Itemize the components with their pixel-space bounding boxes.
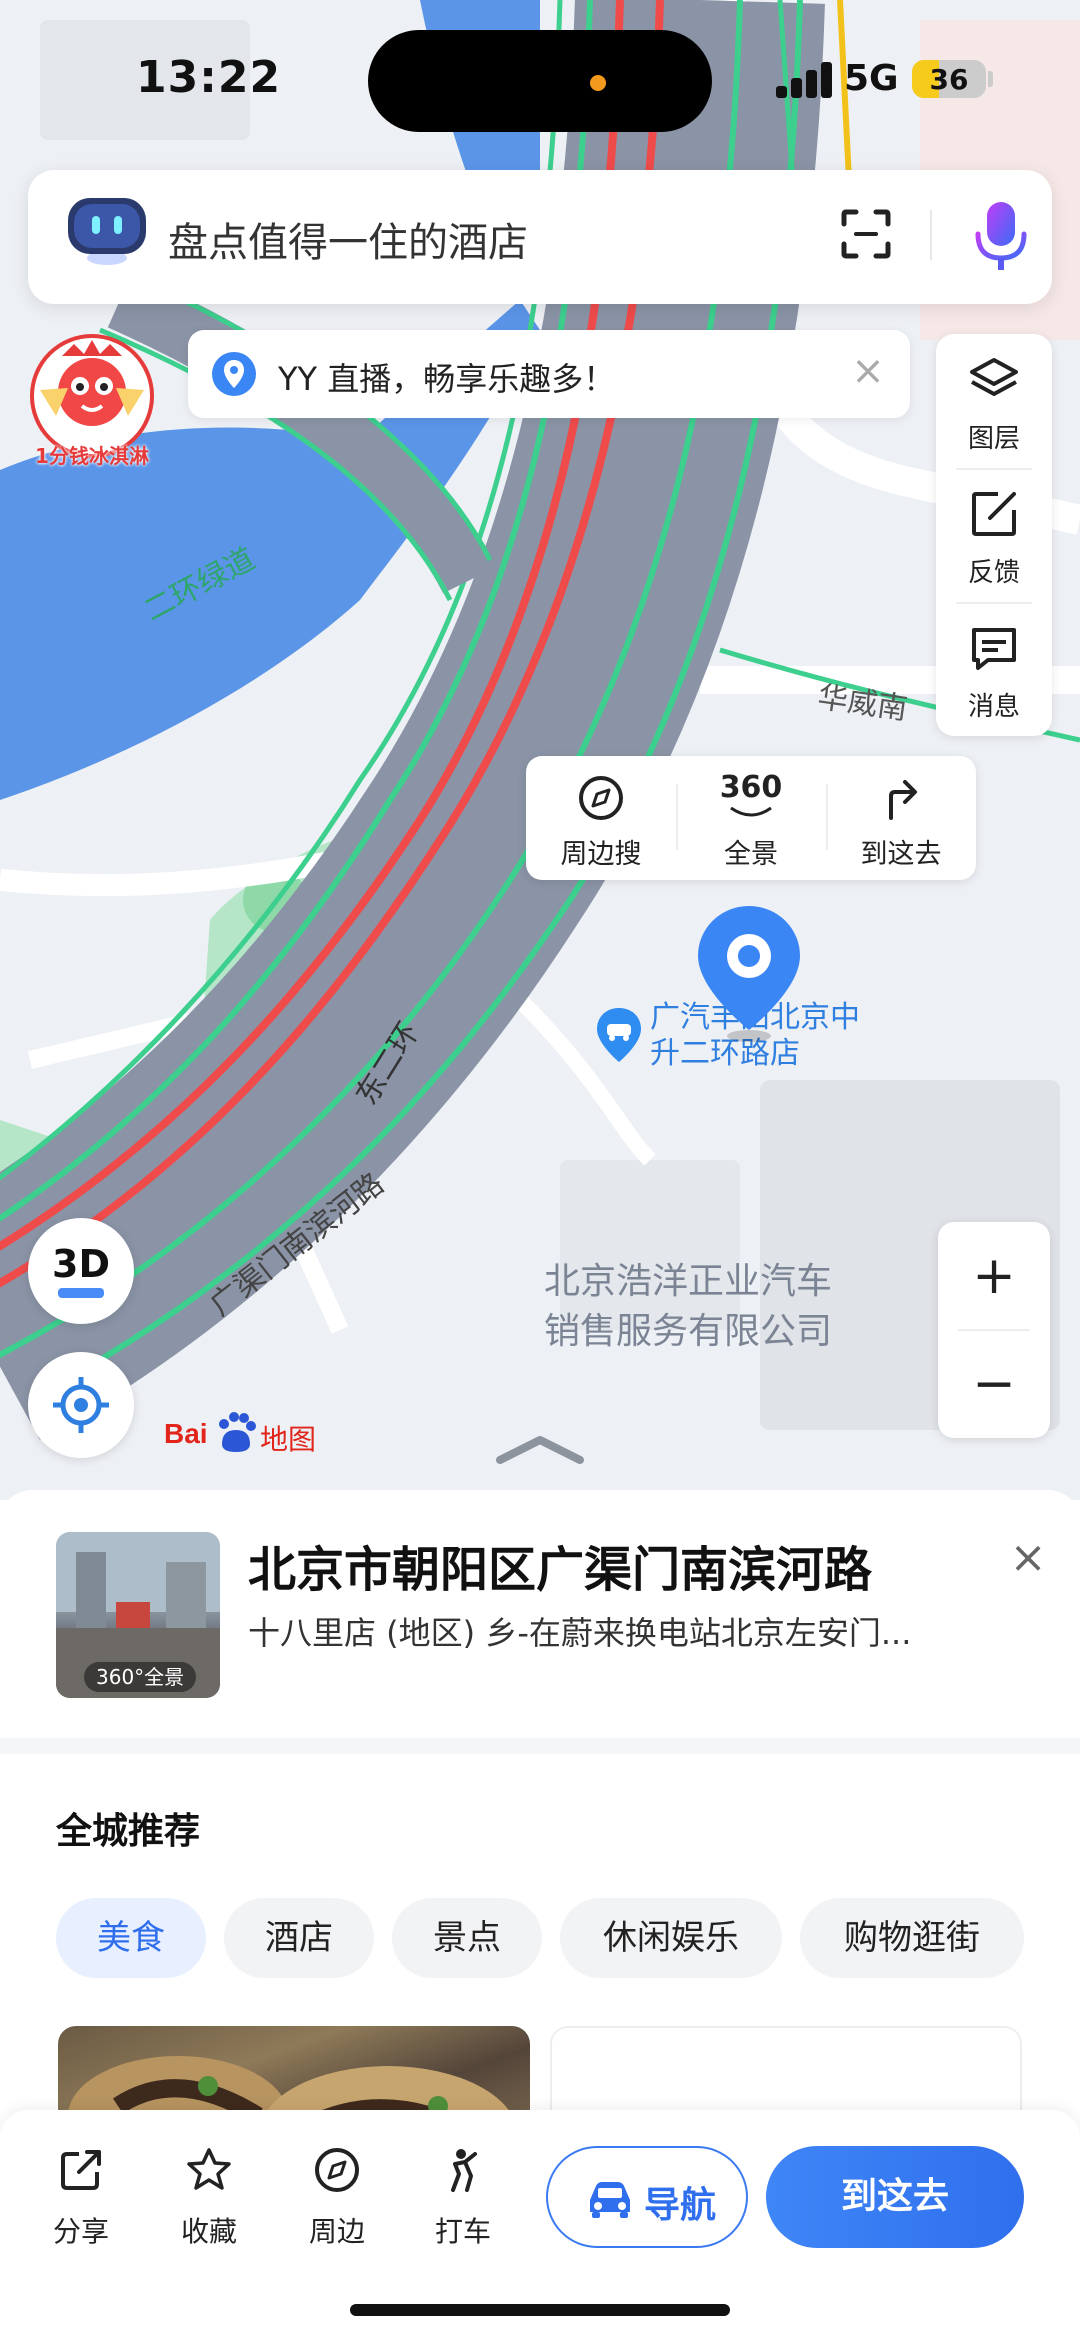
voice-mic-icon[interactable] xyxy=(968,198,1034,278)
chip-shopping[interactable]: 购物逛街 xyxy=(800,1898,1024,1978)
place-title: 北京市朝阳区广渠门南滨河路 xyxy=(248,1542,873,1598)
hail-taxi-icon xyxy=(451,2149,477,2192)
car-icon xyxy=(590,2182,630,2218)
rotate-arrow-icon xyxy=(730,806,772,817)
edit-feedback-icon xyxy=(972,492,1016,536)
dynamic-island xyxy=(368,30,712,132)
signal-icon xyxy=(776,62,834,98)
close-icon[interactable]: × xyxy=(1006,1536,1050,1580)
promo-mascot[interactable]: 1分钱冰淇淋 xyxy=(22,330,162,470)
panorama-button[interactable]: 360 全景 xyxy=(676,756,826,880)
star-icon xyxy=(187,2148,231,2190)
go-here-action-button[interactable]: 到这去 xyxy=(826,756,976,880)
go-here-action-label: 到这去 xyxy=(860,839,942,870)
nearby-label: 周边 xyxy=(308,2215,365,2248)
3d-label: 3D xyxy=(52,1242,110,1286)
go-here-button[interactable]: 到这去 xyxy=(766,2146,1024,2248)
search-divider xyxy=(930,210,932,260)
favorite-label: 收藏 xyxy=(180,2215,237,2248)
feedback-button[interactable]: 反馈 xyxy=(936,468,1052,602)
nearby-search-button[interactable]: 周边搜 xyxy=(526,756,676,880)
status-time: 13:22 xyxy=(136,52,282,103)
battery-icon: 36 xyxy=(912,60,986,98)
logo-map-text: 地图 xyxy=(260,1423,317,1456)
notice-text: YY 直播，畅享乐趣多！ xyxy=(278,360,616,398)
close-icon[interactable]: × xyxy=(848,346,888,396)
battery-nub xyxy=(988,71,993,87)
3d-toggle-button[interactable]: 3D xyxy=(28,1218,134,1324)
crosshair-icon xyxy=(53,1377,109,1433)
panorama-badge: 360°全景 xyxy=(84,1662,197,1692)
taxi-label: 打车 xyxy=(434,2215,491,2248)
compass-icon xyxy=(315,2148,359,2192)
share-button[interactable]: 分享 xyxy=(36,2146,126,2256)
chevron-up-icon[interactable] xyxy=(494,1428,586,1468)
panorama-thumbnail[interactable]: 360°全景 xyxy=(56,1532,220,1698)
messages-button[interactable]: 消息 xyxy=(936,602,1052,736)
car-pin-icon xyxy=(597,1008,641,1062)
navigate-button[interactable]: 导航 xyxy=(546,2146,748,2248)
feedback-label: 反馈 xyxy=(967,558,1020,588)
taxi-button[interactable]: 打车 xyxy=(418,2146,508,2256)
3d-base-icon xyxy=(58,1288,104,1298)
network-type: 5G xyxy=(844,58,899,99)
poi-action-bar: 周边搜 360 全景 到这去 xyxy=(526,756,976,880)
zoom-out-button[interactable]: − xyxy=(938,1330,1050,1438)
home-indicator xyxy=(350,2304,730,2316)
chip-sights[interactable]: 景点 xyxy=(392,1898,542,1978)
layers-icon xyxy=(970,358,1018,396)
battery-level: 36 xyxy=(929,63,969,96)
location-pin-icon xyxy=(212,352,256,396)
panorama-label: 全景 xyxy=(724,839,778,870)
place-subtitle: 十八里店 (地区) 乡-在蔚来换电站北京左安门... xyxy=(248,1614,912,1652)
compass-icon xyxy=(579,776,623,820)
locate-me-button[interactable] xyxy=(28,1352,134,1458)
route-turn-icon xyxy=(889,780,917,820)
notice-banner[interactable]: YY 直播，畅享乐趣多！ × xyxy=(188,330,910,418)
share-icon xyxy=(61,2150,101,2190)
chip-entertainment[interactable]: 休闲娱乐 xyxy=(560,1898,782,1978)
island-indicator-dot xyxy=(590,75,606,91)
chip-hotel[interactable]: 酒店 xyxy=(224,1898,374,1978)
ai-assistant-icon[interactable] xyxy=(62,194,152,266)
message-icon xyxy=(972,628,1016,670)
location-pin-icon[interactable] xyxy=(694,904,804,1044)
layers-button[interactable]: 图层 xyxy=(936,334,1052,468)
zoom-in-button[interactable]: + xyxy=(938,1222,1050,1330)
nearby-search-label: 周边搜 xyxy=(560,839,642,870)
chip-food[interactable]: 美食 xyxy=(56,1898,206,1978)
search-input[interactable]: 盘点值得一住的酒店 xyxy=(168,210,528,268)
paw-logo-icon xyxy=(219,1412,256,1452)
layers-label: 图层 xyxy=(967,424,1020,454)
promo-caption: 1分钱冰淇淋 xyxy=(35,444,149,468)
map-tools-panel: 图层 反馈 消息 xyxy=(936,334,1052,736)
logo-bai-text: Bai xyxy=(164,1418,208,1449)
panorama-360-icon: 360 xyxy=(719,770,783,805)
map-label-company-line1: 北京浩洋正业汽车 xyxy=(544,1261,833,1302)
search-bar[interactable]: 盘点值得一住的酒店 xyxy=(28,170,1052,304)
recommend-title: 全城推荐 xyxy=(56,1811,201,1852)
messages-label: 消息 xyxy=(967,692,1020,722)
scan-icon[interactable] xyxy=(836,204,896,264)
zoom-control: + − xyxy=(938,1222,1050,1438)
navigate-label: 导航 xyxy=(644,2185,717,2226)
nearby-button[interactable]: 周边 xyxy=(292,2146,382,2256)
map-label-company-line2: 销售服务有限公司 xyxy=(544,1311,833,1352)
favorite-button[interactable]: 收藏 xyxy=(164,2146,254,2256)
baidu-map-logo: Bai 地图 xyxy=(164,1406,324,1460)
share-label: 分享 xyxy=(52,2215,109,2248)
section-divider xyxy=(0,1738,1080,1754)
